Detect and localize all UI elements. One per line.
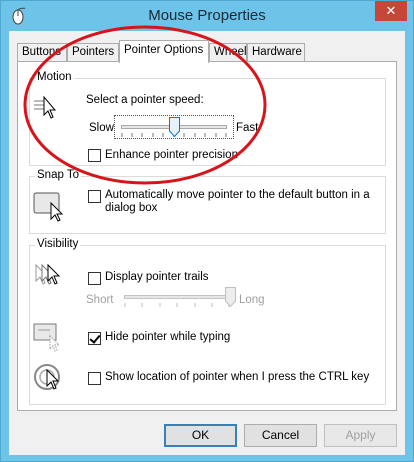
slow-label: Slow [89, 122, 114, 134]
snap-to-label-line1[interactable]: Automatically move pointer to the defaul… [105, 189, 370, 201]
motion-group-label: Motion [35, 71, 74, 83]
snap-to-icon [33, 192, 64, 222]
title-bar[interactable]: Mouse Properties ✕ [1, 1, 413, 31]
trails-slider-track [124, 295, 230, 299]
trails-slider-thumb[interactable] [224, 287, 236, 307]
hide-pointer-label[interactable]: Hide pointer while typing [105, 331, 230, 343]
tab-pointer-options[interactable]: Pointer Options [119, 40, 209, 63]
pointer-options-panel: Motion Select a pointer speed: Slow Fast [17, 61, 397, 411]
apply-button[interactable]: Apply [324, 424, 397, 447]
trails-slider[interactable] [122, 286, 236, 310]
snap-to-checkbox[interactable] [88, 190, 101, 203]
pointer-speed-label: Select a pointer speed: [86, 94, 204, 106]
close-button[interactable]: ✕ [375, 1, 407, 21]
window-title: Mouse Properties [148, 7, 266, 24]
snap-to-label-line2[interactable]: dialog box [105, 202, 157, 214]
hide-pointer-checkbox[interactable] [88, 332, 101, 345]
speed-slider[interactable] [114, 115, 234, 139]
visibility-group-label: Visibility [35, 238, 81, 250]
ok-button[interactable]: OK [164, 424, 237, 447]
pointer-trails-label[interactable]: Display pointer trails [105, 271, 209, 283]
show-location-label[interactable]: Show location of pointer when I press th… [105, 371, 369, 383]
tab-buttons[interactable]: Buttons [17, 43, 67, 62]
dialog-client: Buttons Pointers Pointer Options Wheel H… [9, 31, 405, 455]
close-icon: ✕ [385, 3, 397, 18]
cancel-button[interactable]: Cancel [244, 424, 317, 447]
visibility-group: Visibility Display pointer trails Short … [29, 238, 386, 405]
mouse-properties-window: Mouse Properties ✕ Buttons Pointers Poin… [0, 0, 414, 462]
tab-pointers[interactable]: Pointers [67, 43, 119, 62]
hide-pointer-icon [33, 323, 61, 352]
tab-hardware[interactable]: Hardware [247, 43, 305, 62]
pointer-trails-checkbox[interactable] [88, 272, 101, 285]
enhance-precision-label[interactable]: Enhance pointer precision [105, 149, 238, 161]
pointer-speed-icon [34, 95, 57, 119]
trails-slider-ticks [124, 303, 230, 307]
show-location-icon [34, 364, 60, 390]
snap-to-group-label: Snap To [35, 169, 81, 181]
pointer-trails-icon [35, 263, 61, 285]
enhance-precision-checkbox[interactable] [88, 149, 101, 162]
fast-label: Fast [236, 122, 259, 134]
short-label: Short [86, 294, 114, 306]
motion-group: Motion Select a pointer speed: Slow Fast [29, 71, 386, 166]
tab-wheel[interactable]: Wheel [209, 43, 247, 62]
long-label: Long [239, 294, 265, 306]
snap-to-group: Snap To Automatically move pointer to th… [29, 169, 386, 234]
speed-slider-thumb[interactable] [168, 117, 180, 137]
show-location-checkbox[interactable] [88, 372, 101, 385]
